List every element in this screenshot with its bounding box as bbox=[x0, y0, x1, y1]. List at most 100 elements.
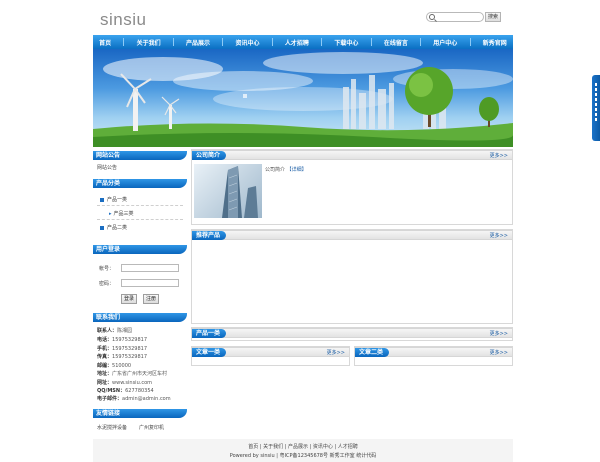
nav-item-about[interactable]: 关于我们 bbox=[137, 38, 161, 47]
site-logo[interactable]: sinsiu bbox=[100, 10, 146, 30]
company-intro-title: 公司简介 bbox=[192, 151, 227, 160]
account-field[interactable] bbox=[121, 264, 179, 272]
contact-value[interactable]: www.sinsiu.com bbox=[112, 380, 152, 386]
contact-label: 地址： bbox=[97, 371, 113, 377]
contact-value: 陈湘园 bbox=[117, 328, 133, 334]
footer-separator: | bbox=[309, 444, 312, 450]
recommended-products-header: 推荐产品 更多>> bbox=[192, 230, 512, 240]
article-one-header: 文章一类 更多>> bbox=[192, 347, 349, 357]
notice-text: 网站公告 bbox=[97, 165, 118, 171]
main-nav: 首页 关于我们 产品展示 资讯中心 人才招聘 下载中心 在线留言 用户中心 新秀… bbox=[93, 35, 513, 49]
category-item[interactable]: 产品一类 bbox=[100, 196, 127, 203]
category-divider bbox=[97, 205, 183, 206]
subcategory-item[interactable]: 产品三类 bbox=[109, 210, 134, 217]
article-two-panel: 文章二类 更多>> bbox=[354, 346, 513, 366]
contact-value[interactable]: admin@admin.com bbox=[122, 396, 171, 402]
contact-label: 电话： bbox=[97, 337, 113, 343]
nav-divider bbox=[420, 38, 422, 46]
company-intro-detail-link[interactable]: 【详细】 bbox=[287, 167, 307, 173]
floating-service-tab[interactable] bbox=[592, 75, 600, 141]
article-one-panel: 文章一类 更多>> bbox=[191, 346, 350, 366]
contact-label: 电子邮件： bbox=[97, 396, 123, 402]
contact-value: 510000 bbox=[112, 363, 132, 369]
nav-item-jobs[interactable]: 人才招聘 bbox=[285, 38, 309, 47]
category-header: 产品分类 bbox=[93, 179, 187, 188]
login-header: 用户登录 bbox=[93, 245, 187, 254]
contact-value: 15975329817 bbox=[112, 346, 148, 352]
recommended-products-more-link[interactable]: 更多>> bbox=[490, 232, 508, 239]
article-two-more-link[interactable]: 更多>> bbox=[490, 349, 508, 356]
nav-divider bbox=[469, 38, 471, 46]
register-button[interactable]: 注册 bbox=[143, 294, 159, 304]
contact-label: 传真： bbox=[97, 354, 113, 360]
article-one-title: 文章一类 bbox=[192, 348, 227, 357]
contact-row: 网址：www.sinsiu.com bbox=[97, 379, 152, 386]
nav-divider bbox=[370, 38, 372, 46]
category-title: 产品分类 bbox=[96, 180, 121, 187]
product-one-title: 产品一类 bbox=[192, 329, 227, 338]
search-button[interactable]: 搜索 bbox=[485, 12, 501, 22]
nav-item-products[interactable]: 产品展示 bbox=[186, 38, 210, 47]
category-item[interactable]: 产品二类 bbox=[100, 224, 127, 231]
password-label: 密码： bbox=[99, 281, 115, 287]
contact-row: 电子邮件：admin@admin.com bbox=[97, 395, 171, 402]
company-intro-header: 公司简介 更多>> bbox=[192, 150, 512, 160]
nav-divider bbox=[222, 38, 224, 46]
company-intro-text-row: 公司简介 【详细】 bbox=[265, 166, 307, 173]
footer-powered-by: Powered by bbox=[229, 453, 259, 459]
password-field[interactable] bbox=[121, 279, 179, 287]
service-tab-label bbox=[595, 83, 597, 123]
nav-item-news[interactable]: 资讯中心 bbox=[235, 38, 259, 47]
footer-studio[interactable]: 新秀工作室 bbox=[330, 453, 355, 459]
contact-value: 15975329817 bbox=[112, 354, 148, 360]
category-panel: 产品分类 产品一类 产品三类 产品二类 bbox=[93, 179, 187, 241]
friend-links-header: 友情链接 bbox=[93, 409, 187, 418]
footer-separator: | bbox=[284, 444, 287, 450]
nav-item-downloads[interactable]: 下载中心 bbox=[334, 38, 358, 47]
page-footer: 首页 | 关于我们 | 产品展示 | 资讯中心 | 人才招聘 Powered b… bbox=[93, 439, 513, 462]
footer-link-news[interactable]: 资讯中心 bbox=[313, 444, 333, 450]
recommended-products-panel: 推荐产品 更多>> bbox=[191, 229, 513, 324]
footer-separator: | bbox=[259, 444, 262, 450]
footer-link-jobs[interactable]: 人才招聘 bbox=[338, 444, 358, 450]
header-banner bbox=[93, 49, 513, 147]
building-photo bbox=[222, 166, 258, 218]
contact-label: 联系人： bbox=[97, 328, 118, 334]
contact-title: 联系我们 bbox=[96, 314, 121, 321]
product-one-more-link[interactable]: 更多>> bbox=[490, 330, 508, 337]
login-title: 用户登录 bbox=[96, 246, 121, 253]
article-one-more-link[interactable]: 更多>> bbox=[327, 349, 345, 356]
recommended-products-title: 推荐产品 bbox=[192, 231, 227, 240]
footer-icp[interactable]: 粤ICP备12345678号 bbox=[280, 453, 328, 459]
footer-powered-name[interactable]: sinsiu bbox=[260, 453, 274, 459]
login-button[interactable]: 登录 bbox=[121, 294, 137, 304]
search-icon bbox=[429, 14, 435, 20]
search-input[interactable] bbox=[437, 13, 483, 21]
login-panel: 用户登录 帐号： 密码： 登录 注册 bbox=[93, 245, 187, 307]
nav-item-user-center[interactable]: 用户中心 bbox=[433, 38, 457, 47]
friend-link[interactable]: 水泥搅拌设备 bbox=[97, 424, 127, 431]
banner-illustration bbox=[93, 52, 513, 147]
contact-row: 传真：15975329817 bbox=[97, 353, 147, 360]
contact-value: 广东省广州市天河区车村 bbox=[112, 371, 168, 377]
contact-label: QQ/MSN： bbox=[97, 388, 126, 394]
nav-item-guestbook[interactable]: 在线留言 bbox=[384, 38, 408, 47]
footer-link-about[interactable]: 关于我们 bbox=[263, 444, 283, 450]
nav-item-official-site[interactable]: 新秀官网 bbox=[483, 38, 507, 47]
contact-row: QQ/MSN：627780354 bbox=[97, 387, 154, 394]
footer-link-products[interactable]: 产品展示 bbox=[288, 444, 308, 450]
company-photo bbox=[194, 164, 262, 218]
account-label: 帐号： bbox=[99, 266, 115, 272]
product-one-panel: 产品一类 更多>> bbox=[191, 327, 513, 341]
company-intro-more-link[interactable]: 更多>> bbox=[490, 152, 508, 159]
footer-links: 首页 | 关于我们 | 产品展示 | 资讯中心 | 人才招聘 bbox=[93, 443, 513, 450]
friend-link[interactable]: 广州复印机 bbox=[139, 424, 164, 431]
footer-link-home[interactable]: 首页 bbox=[248, 444, 258, 450]
nav-item-home[interactable]: 首页 bbox=[99, 38, 111, 47]
article-two-title: 文章二类 bbox=[355, 348, 390, 357]
contact-value: 627780354 bbox=[125, 388, 154, 394]
company-intro-panel: 公司简介 更多>> 公司简介 【详细】 bbox=[191, 149, 513, 225]
contact-row: 手机：15975329817 bbox=[97, 345, 147, 352]
search-box[interactable] bbox=[426, 12, 484, 22]
contact-header-bar: 联系我们 bbox=[93, 313, 187, 322]
